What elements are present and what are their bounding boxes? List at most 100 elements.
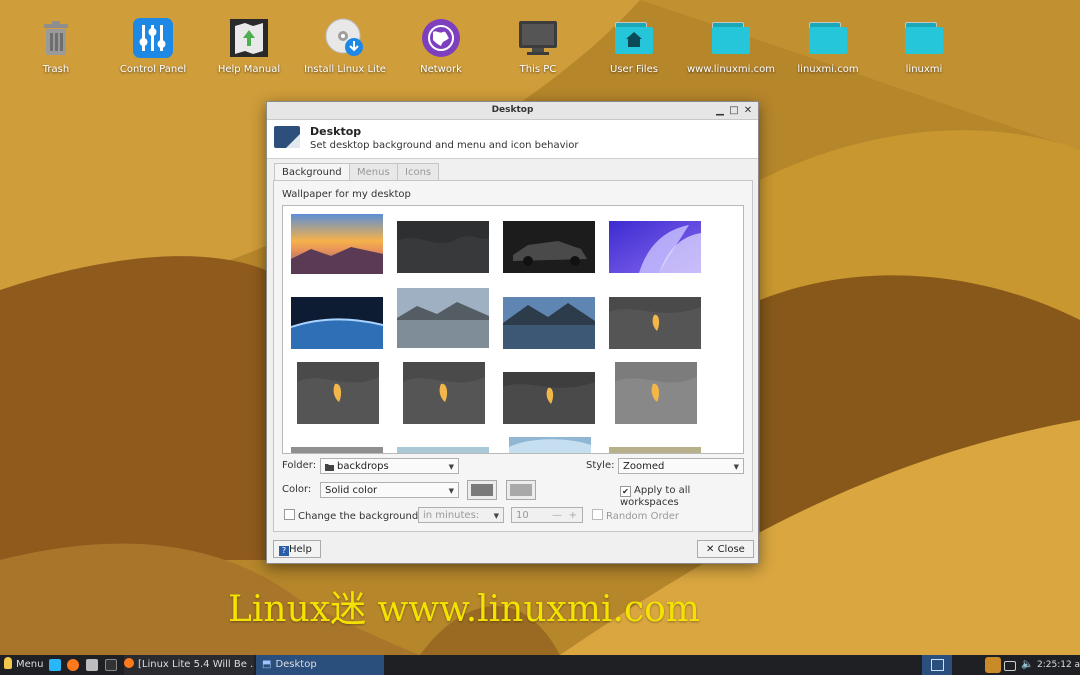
linux-lite-logo-icon — [4, 657, 12, 669]
task-firefox-window[interactable]: [Linux Lite 5.4 Will Be ... — [124, 655, 254, 675]
workspace-switcher[interactable] — [922, 655, 952, 675]
desktop-icon-network[interactable]: Network — [393, 16, 489, 75]
menu-button[interactable]: Menu — [4, 655, 43, 675]
help-button[interactable]: ? Help — [273, 540, 321, 558]
desktop-icon-label: This PC — [519, 64, 557, 75]
secondary-color-button[interactable] — [506, 480, 536, 500]
desktop-icon-linuxmi-com[interactable]: linuxmi.com — [780, 16, 876, 75]
window-titlebar[interactable]: Desktop ▁ □ ✕ — [267, 102, 758, 120]
close-window-icon[interactable]: ✕ — [741, 102, 755, 119]
style-label: Style: — [586, 460, 615, 471]
terminal-icon[interactable] — [105, 659, 117, 671]
wallpaper-thumbnail[interactable] — [397, 288, 489, 348]
wallpaper-thumbnail[interactable] — [291, 447, 383, 454]
help-button-label: Help — [289, 544, 312, 555]
monitor-icon — [516, 16, 560, 60]
wallpaper-thumbnail[interactable] — [397, 447, 489, 454]
desktop-icon-install-linux-lite[interactable]: Install Linux Lite — [297, 16, 393, 75]
desktop-icon-user-files[interactable]: User Files — [586, 16, 682, 75]
volume-icon[interactable]: 🔈 — [1021, 655, 1033, 675]
interval-unit-combobox[interactable]: in minutes: ▼ — [418, 507, 504, 523]
desktop-icon-linuxmi[interactable]: linuxmi — [876, 16, 972, 75]
interval-unit-value: in minutes: — [423, 510, 480, 521]
menu-label: Menu — [16, 659, 44, 670]
checkbox-unchecked-icon — [592, 509, 603, 520]
style-combobox[interactable]: Zoomed ▼ — [618, 458, 744, 474]
wallpaper-thumbnail[interactable] — [291, 214, 383, 274]
desktop-icon-www-linuxmi-com[interactable]: www.linuxmi.com — [683, 16, 779, 75]
wallpaper-thumbnail[interactable] — [397, 221, 489, 273]
folder-label: Folder: — [282, 460, 317, 471]
secondary-color-swatch — [510, 484, 532, 496]
chevron-down-icon: ▼ — [448, 487, 454, 495]
wallpaper-thumbnail[interactable] — [503, 297, 595, 349]
desktop-icon-control-panel[interactable]: Control Panel — [105, 16, 201, 75]
task-desktop-window[interactable]: ⬒ Desktop — [256, 655, 384, 675]
task-firefox-label: [Linux Lite 5.4 Will Be ... — [138, 659, 254, 670]
help-manual-icon — [227, 16, 271, 60]
wallpaper-thumbnail[interactable] — [297, 362, 379, 424]
taskbar: Menu [Linux Lite 5.4 Will Be ... ⬒ Deskto… — [0, 655, 1080, 675]
close-icon: ✕ — [706, 544, 718, 555]
primary-color-button[interactable] — [467, 480, 497, 500]
wallpaper-thumbnail[interactable] — [609, 297, 701, 349]
wallpaper-thumbnail[interactable] — [609, 447, 701, 454]
wallpaper-thumbnail[interactable] — [503, 372, 595, 424]
interval-spinbox[interactable]: 10 — + — [511, 507, 583, 523]
trash-icon — [34, 16, 78, 60]
settings-manager-icon[interactable] — [86, 659, 98, 671]
desktop-icon-label: Network — [420, 64, 462, 75]
wallpaper-thumbnail[interactable] — [403, 362, 485, 424]
desktop-settings-small-icon: ⬒ — [262, 659, 272, 670]
watermark-text: Linux迷 www.linuxmi.com — [228, 589, 700, 630]
desktop-icon-help-manual[interactable]: Help Manual — [201, 16, 297, 75]
increment-icon[interactable]: + — [569, 508, 577, 524]
primary-color-swatch — [471, 484, 493, 496]
firefox-icon — [124, 658, 134, 668]
wallpaper-thumbnail[interactable] — [509, 437, 591, 454]
network-icon — [419, 16, 463, 60]
tab-icons[interactable]: Icons — [397, 163, 440, 181]
chevron-down-icon: ▼ — [493, 512, 499, 520]
decrement-icon[interactable]: — — [552, 508, 562, 524]
random-order-label: Random Order — [606, 511, 679, 522]
help-icon: ? — [279, 546, 289, 556]
maximize-icon[interactable]: □ — [727, 102, 741, 119]
desktop-icon-label: Trash — [42, 64, 70, 75]
install-disc-icon — [323, 16, 367, 60]
folder-icon — [709, 16, 753, 60]
tab-menus[interactable]: Menus — [349, 163, 398, 181]
clock[interactable]: 2:25:12 am — [1037, 655, 1080, 675]
random-order-checkbox[interactable]: Random Order — [592, 509, 679, 523]
wallpaper-grid[interactable] — [282, 205, 744, 454]
desktop-icon-trash[interactable]: Trash — [8, 16, 104, 75]
minimize-icon[interactable]: ▁ — [713, 102, 727, 119]
close-button[interactable]: ✕ Close — [697, 540, 754, 558]
chevron-down-icon: ▼ — [448, 463, 454, 471]
folder-combobox[interactable]: backdrops ▼ — [320, 458, 459, 474]
wallpaper-thumbnail[interactable] — [503, 221, 595, 273]
close-button-label: Close — [717, 544, 745, 555]
folder-icon — [806, 16, 850, 60]
updates-tray-icon[interactable] — [985, 657, 1001, 673]
checkbox-checked-icon: ✔ — [620, 486, 631, 497]
firefox-icon[interactable] — [67, 659, 79, 671]
color-mode-value: Solid color — [325, 485, 378, 496]
folder-value: backdrops — [337, 461, 389, 472]
apply-all-workspaces-checkbox[interactable]: ✔ Apply to all workspaces — [620, 485, 752, 509]
desktop-icon-label: User Files — [610, 64, 658, 75]
wallpaper-thumbnail[interactable] — [291, 297, 383, 349]
wallpaper-thumbnail[interactable] — [615, 362, 697, 424]
dialog-header: Desktop Set desktop background and menu … — [267, 120, 758, 159]
color-mode-combobox[interactable]: Solid color ▼ — [320, 482, 459, 498]
color-label: Color: — [282, 484, 312, 495]
desktop-icon-label: Help Manual — [217, 64, 281, 75]
file-manager-icon[interactable] — [49, 659, 61, 671]
desktop-icon-label: linuxmi — [905, 64, 943, 75]
change-background-checkbox[interactable]: Change the background — [284, 509, 418, 523]
wallpaper-thumbnail[interactable] — [609, 221, 701, 273]
workspace-icon — [931, 659, 944, 671]
desktop-icon-this-pc[interactable]: This PC — [490, 16, 586, 75]
display-tray-icon[interactable] — [1004, 661, 1016, 671]
dialog-header-subtitle: Set desktop background and menu and icon… — [310, 140, 579, 151]
